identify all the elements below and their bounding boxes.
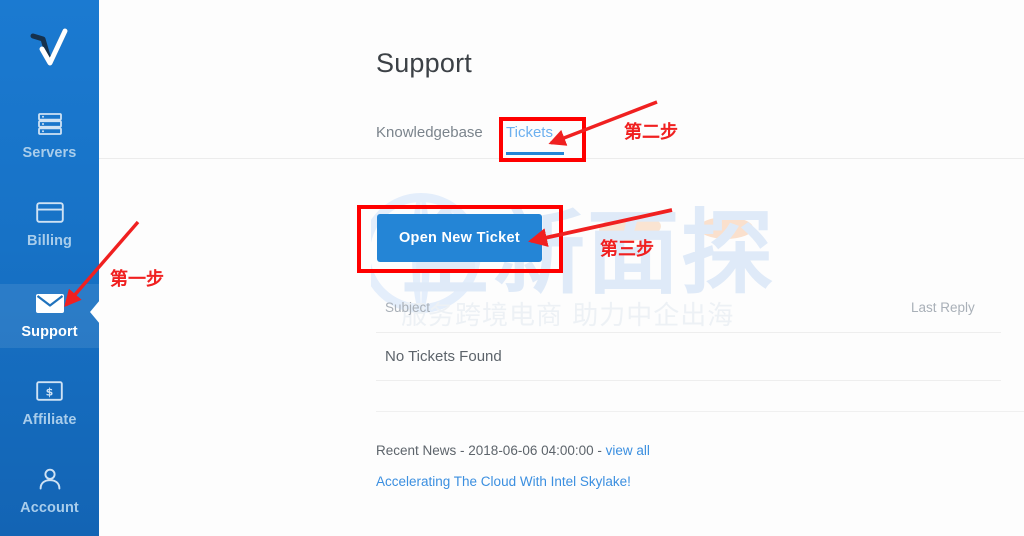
sidebar-item-label: Billing xyxy=(27,233,72,249)
news-meta-line: Recent News - 2018-06-06 04:00:00 - view… xyxy=(376,443,650,458)
servers-icon xyxy=(37,109,63,139)
sidebar-item-label: Servers xyxy=(22,145,77,161)
table-header-divider xyxy=(376,332,1001,333)
page-title: Support xyxy=(376,48,472,78)
table-row-divider xyxy=(376,380,1001,381)
watermark-tagline: 服务跨境电商 助力中企出海 xyxy=(401,301,735,331)
main-content: 全新面探 服务跨境电商 助力中企出海 Support Knowledgebase… xyxy=(99,0,1024,536)
svg-text:$: $ xyxy=(46,386,54,399)
tab-knowledgebase[interactable]: Knowledgebase xyxy=(376,124,483,141)
person-icon xyxy=(38,464,62,494)
section-divider xyxy=(376,411,1024,412)
sidebar-item-account[interactable]: Account xyxy=(0,460,99,524)
sidebar-item-support[interactable]: Support xyxy=(0,284,99,348)
tabs-divider xyxy=(99,158,1024,159)
sidebar: Servers Billing Support $ Affiliate Acco… xyxy=(0,0,99,536)
checkmark-radical-logo-icon xyxy=(30,28,67,66)
table-empty-message: No Tickets Found xyxy=(385,348,502,365)
tab-tickets[interactable]: Tickets xyxy=(506,124,553,141)
recent-news: Recent News - 2018-06-06 04:00:00 - view… xyxy=(376,443,650,489)
watermark-blob-secondary xyxy=(699,217,753,239)
sidebar-item-servers[interactable]: Servers xyxy=(0,105,99,169)
news-headline-link[interactable]: Accelerating The Cloud With Intel Skylak… xyxy=(376,474,650,489)
active-nav-pointer xyxy=(90,300,100,324)
logo[interactable] xyxy=(0,18,99,82)
sidebar-item-label: Support xyxy=(21,324,78,340)
sidebar-item-label: Account xyxy=(20,500,79,516)
open-new-ticket-button[interactable]: Open New Ticket xyxy=(377,214,542,262)
active-tab-underline xyxy=(506,152,564,155)
credit-card-icon xyxy=(35,197,64,227)
news-separator: - xyxy=(593,443,606,458)
view-all-link[interactable]: view all xyxy=(606,443,650,458)
news-prefix: Recent News - xyxy=(376,443,469,458)
watermark-blob xyxy=(598,212,662,244)
column-header-last-reply: Last Reply xyxy=(911,300,975,315)
sidebar-item-affiliate[interactable]: $ Affiliate xyxy=(0,372,99,436)
sidebar-item-label: Affiliate xyxy=(22,412,77,428)
column-header-subject: Subject xyxy=(385,300,431,315)
support-page: Servers Billing Support $ Affiliate Acco… xyxy=(0,0,1024,536)
news-timestamp: 2018-06-06 04:00:00 xyxy=(468,443,594,458)
envelope-icon xyxy=(35,288,65,318)
dollar-bill-icon: $ xyxy=(36,376,63,406)
sidebar-item-billing[interactable]: Billing xyxy=(0,193,99,257)
